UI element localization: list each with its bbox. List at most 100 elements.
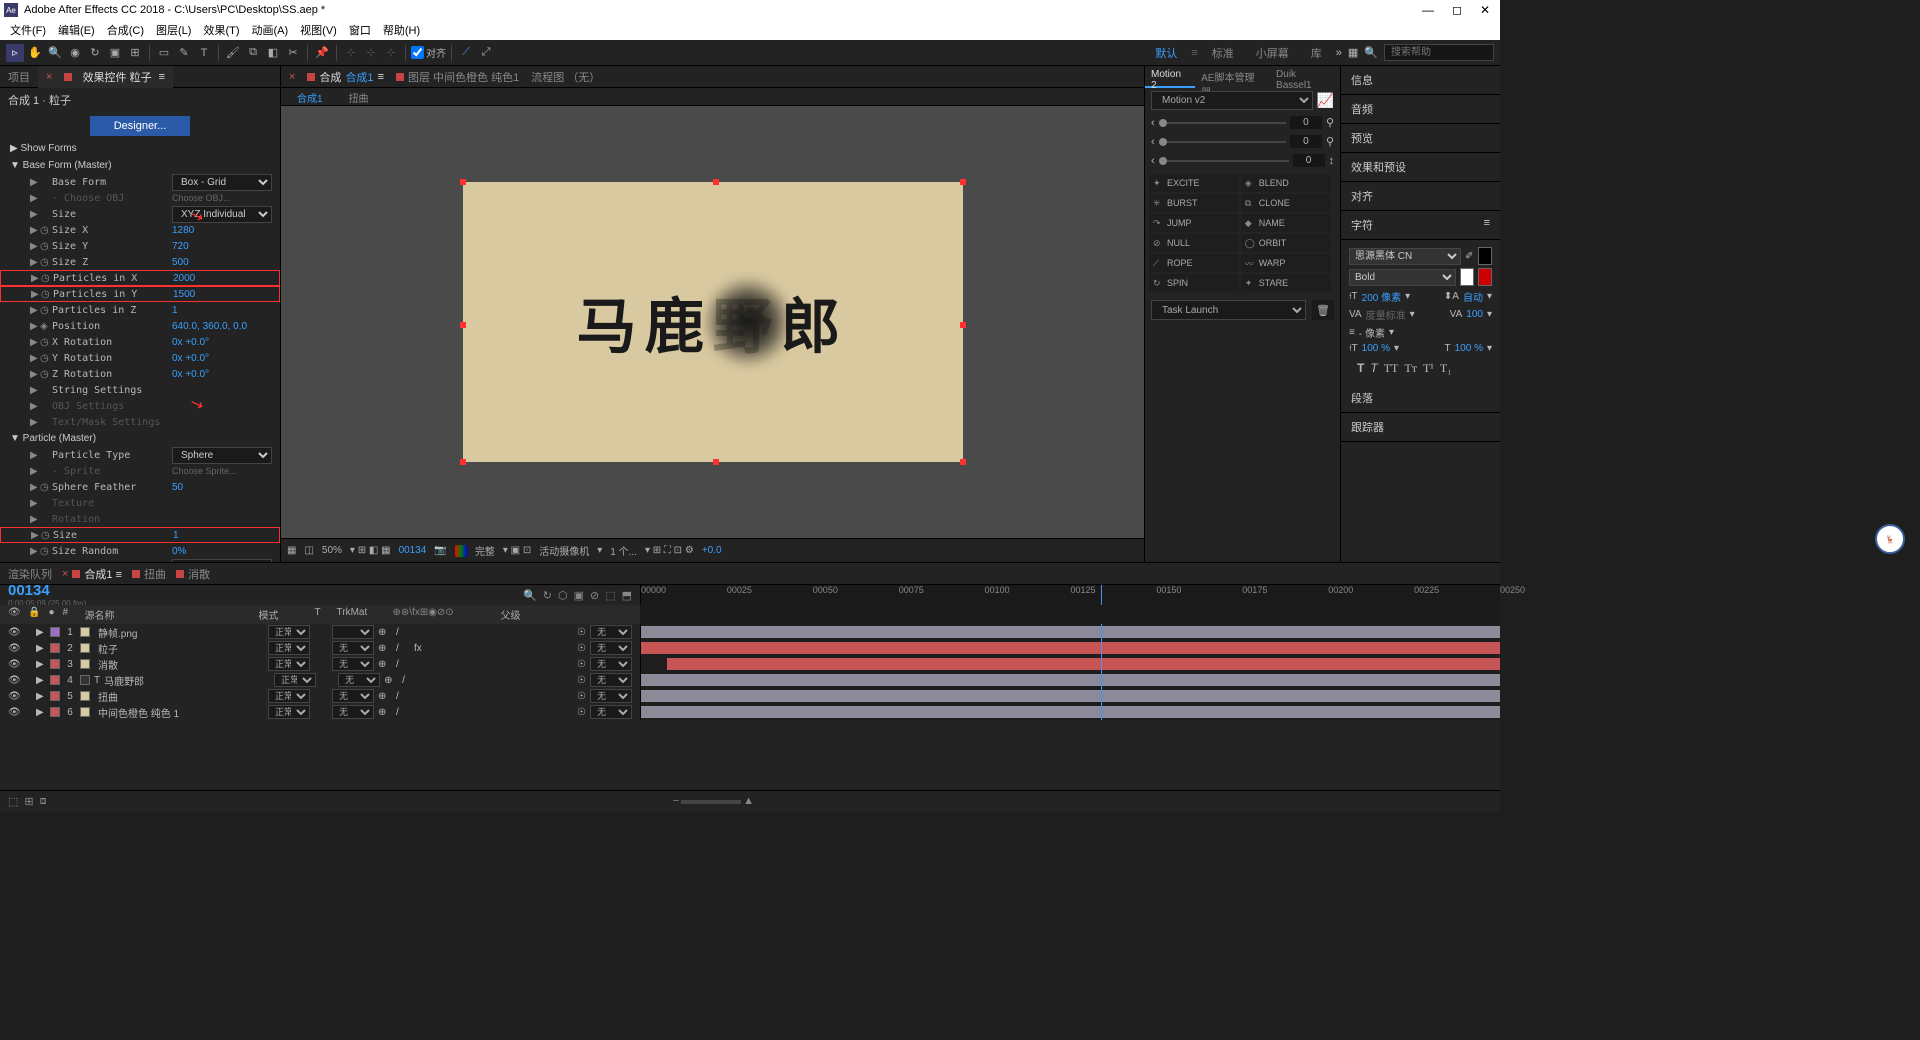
ec-string-settings[interactable]: ▶String Settings — [0, 382, 280, 398]
ec-size[interactable]: ▶◷Size1 — [0, 527, 280, 543]
script-manager-tab[interactable]: AE脚本管理器 — [1195, 66, 1270, 88]
puppet-tool[interactable]: 📌 — [313, 44, 331, 62]
menu-帮助(H)[interactable]: 帮助(H) — [379, 22, 424, 38]
ec-group[interactable]: ▼ Base Form (Master) — [0, 157, 280, 174]
layer-row[interactable]: 👁▶2粒子正常无⊕/fx☉无 — [0, 640, 640, 656]
menu-视图(V)[interactable]: 视图(V) — [296, 22, 341, 38]
stroke-swatch[interactable] — [1460, 268, 1474, 286]
m2-slider-1[interactable] — [1159, 141, 1286, 143]
panel-音频[interactable]: 音频 — [1341, 95, 1500, 124]
exposure-value[interactable]: +0.0 — [702, 545, 722, 556]
orbit-tool[interactable]: ◉ — [66, 44, 84, 62]
layer-row[interactable]: 👁▶6中间色橙色 纯色 1正常无⊕/☉无 — [0, 704, 640, 720]
ec-size-z[interactable]: ▶◷Size Z500 — [0, 254, 280, 270]
layer-track[interactable] — [640, 704, 1500, 720]
duik-tab[interactable]: Duik Bassel1 — [1270, 66, 1340, 88]
ec-size-random[interactable]: ▶◷Size Random0% — [0, 543, 280, 559]
hscale[interactable]: 100 % — [1455, 343, 1483, 354]
view-axis-icon[interactable]: ⊹ — [382, 44, 400, 62]
tl-tab[interactable]: 扭曲 — [132, 566, 166, 582]
m2-excite[interactable]: ✦EXCITE — [1149, 174, 1239, 192]
tl-icon-2[interactable]: ⬡ — [558, 589, 568, 602]
m2-slider-0[interactable] — [1159, 122, 1286, 124]
close-button[interactable]: ✕ — [1480, 3, 1490, 17]
task-launch-dd[interactable]: Task Launch — [1151, 300, 1306, 320]
workspace-small[interactable]: 小屏幕 — [1248, 43, 1297, 63]
leading[interactable]: 自动 — [1463, 289, 1483, 304]
clone-tool[interactable]: ⧉ — [244, 44, 262, 62]
motion-version-dd[interactable]: Motion v2 — [1151, 91, 1313, 110]
transparency-icon[interactable]: ◫ — [304, 545, 313, 556]
m2-name[interactable]: ◆NAME — [1241, 214, 1331, 232]
views-dd[interactable]: 1 个... — [610, 543, 637, 558]
zoom-in-icon[interactable]: ▲ — [743, 795, 754, 808]
ec-obj-settings[interactable]: ▶OBJ Settings — [0, 398, 280, 414]
anchor-icon[interactable]: ⚲ — [1326, 135, 1334, 148]
project-tab[interactable]: 项目 — [0, 66, 38, 88]
fill-swatch[interactable] — [1478, 247, 1492, 265]
zoom-out-icon[interactable]: − — [673, 795, 679, 808]
menu-编辑(E)[interactable]: 编辑(E) — [54, 22, 99, 38]
no-stroke-icon[interactable] — [1478, 268, 1492, 286]
comp-tab[interactable]: 流程图 （无） — [531, 69, 600, 85]
m2-slider-2[interactable] — [1159, 160, 1289, 162]
comp-tab[interactable]: 合成 合成1 ≡ — [307, 69, 384, 85]
ec-size[interactable]: ▶SizeXYZ Individual — [0, 206, 280, 222]
frame-blend-icon[interactable]: ⧈ — [40, 795, 47, 808]
layer-track[interactable] — [640, 640, 1500, 656]
sub-tab[interactable]: 扭曲 — [341, 88, 377, 105]
ec-position[interactable]: ▶◈Position640.0, 360.0, 0.0 — [0, 318, 280, 334]
sub-tab[interactable]: 合成1 — [289, 88, 331, 105]
workspace-lib[interactable]: 库 — [1303, 43, 1330, 63]
zoom-tool[interactable]: 🔍 — [46, 44, 64, 62]
ec-particles-in-y[interactable]: ▶◷Particles in Y1500 — [0, 286, 280, 302]
pan-behind-tool[interactable]: ⊞ — [126, 44, 144, 62]
ec-particle-type[interactable]: ▶Particle TypeSphere — [0, 447, 280, 463]
ec-texture[interactable]: ▶Texture — [0, 495, 280, 511]
designer-button[interactable]: Designer... — [90, 116, 191, 136]
rotate-tool[interactable]: ↻ — [86, 44, 104, 62]
canvas[interactable]: 马鹿野郎 — [463, 182, 963, 462]
bold-icon[interactable]: T — [1357, 361, 1364, 376]
m2-val-0[interactable]: 0 — [1290, 116, 1322, 129]
channel-icon[interactable] — [455, 545, 467, 557]
tl-tab[interactable]: × 合成1 ≡ — [62, 566, 122, 582]
snap-edge-icon[interactable]: ⟋ — [457, 44, 475, 62]
m2-rope[interactable]: ⟋ROPE — [1149, 254, 1239, 272]
camera-dd[interactable]: 活动摄像机 — [539, 543, 589, 558]
text-tool[interactable]: T — [195, 44, 213, 62]
menu-图层(L)[interactable]: 图层(L) — [152, 22, 195, 38]
panel-信息[interactable]: 信息 — [1341, 66, 1500, 95]
toggle-switches-icon[interactable]: ⬚ — [8, 795, 18, 808]
font-size[interactable]: 200 像素 — [1362, 289, 1401, 304]
help-search-input[interactable] — [1384, 44, 1494, 61]
tl-icon-6[interactable]: ⬒ — [622, 589, 632, 602]
ec-group[interactable]: ▶ Show Forms — [0, 140, 280, 157]
composition-viewport[interactable]: 马鹿野郎 — [281, 106, 1144, 538]
menu-动画(A)[interactable]: 动画(A) — [248, 22, 293, 38]
m2-burst[interactable]: ✳BURST — [1149, 194, 1239, 212]
world-axis-icon[interactable]: ⊹ — [362, 44, 380, 62]
zoom-value[interactable]: 50% — [322, 545, 342, 556]
tl-icon-1[interactable]: ↻ — [543, 589, 552, 602]
stroke-opts[interactable]: - 像素 — [1359, 325, 1385, 340]
timecode[interactable]: 00134 — [8, 582, 86, 599]
ec-rotation[interactable]: ▶Rotation — [0, 511, 280, 527]
ec-size-y[interactable]: ▶◷Size Y720 — [0, 238, 280, 254]
font-family-dd[interactable]: 思源黑体 CN — [1349, 248, 1461, 265]
superscript-icon[interactable]: T¹ — [1423, 361, 1434, 376]
m2-jump[interactable]: ↷JUMP — [1149, 214, 1239, 232]
motion2-tab[interactable]: Motion 2 — [1145, 66, 1195, 88]
allcaps-icon[interactable]: TT — [1384, 361, 1399, 376]
workspace-menu-icon[interactable]: ≡ — [1191, 47, 1197, 59]
ec-particles-in-z[interactable]: ▶◷Particles in Z1 — [0, 302, 280, 318]
panel-预览[interactable]: 预览 — [1341, 124, 1500, 153]
anchor-icon[interactable]: ⚲ — [1326, 116, 1334, 129]
workspace-default[interactable]: 默认 — [1147, 43, 1185, 63]
menu-文件(F)[interactable]: 文件(F) — [6, 22, 50, 38]
m2-warp[interactable]: 〰WARP — [1241, 254, 1331, 272]
panel-跟踪器[interactable]: 跟踪器 — [1341, 413, 1500, 442]
pen-tool[interactable]: ✎ — [175, 44, 193, 62]
ec--sprite[interactable]: ▶- SpriteChoose Sprite... — [0, 463, 280, 479]
maximize-button[interactable]: ◻ — [1452, 3, 1462, 17]
